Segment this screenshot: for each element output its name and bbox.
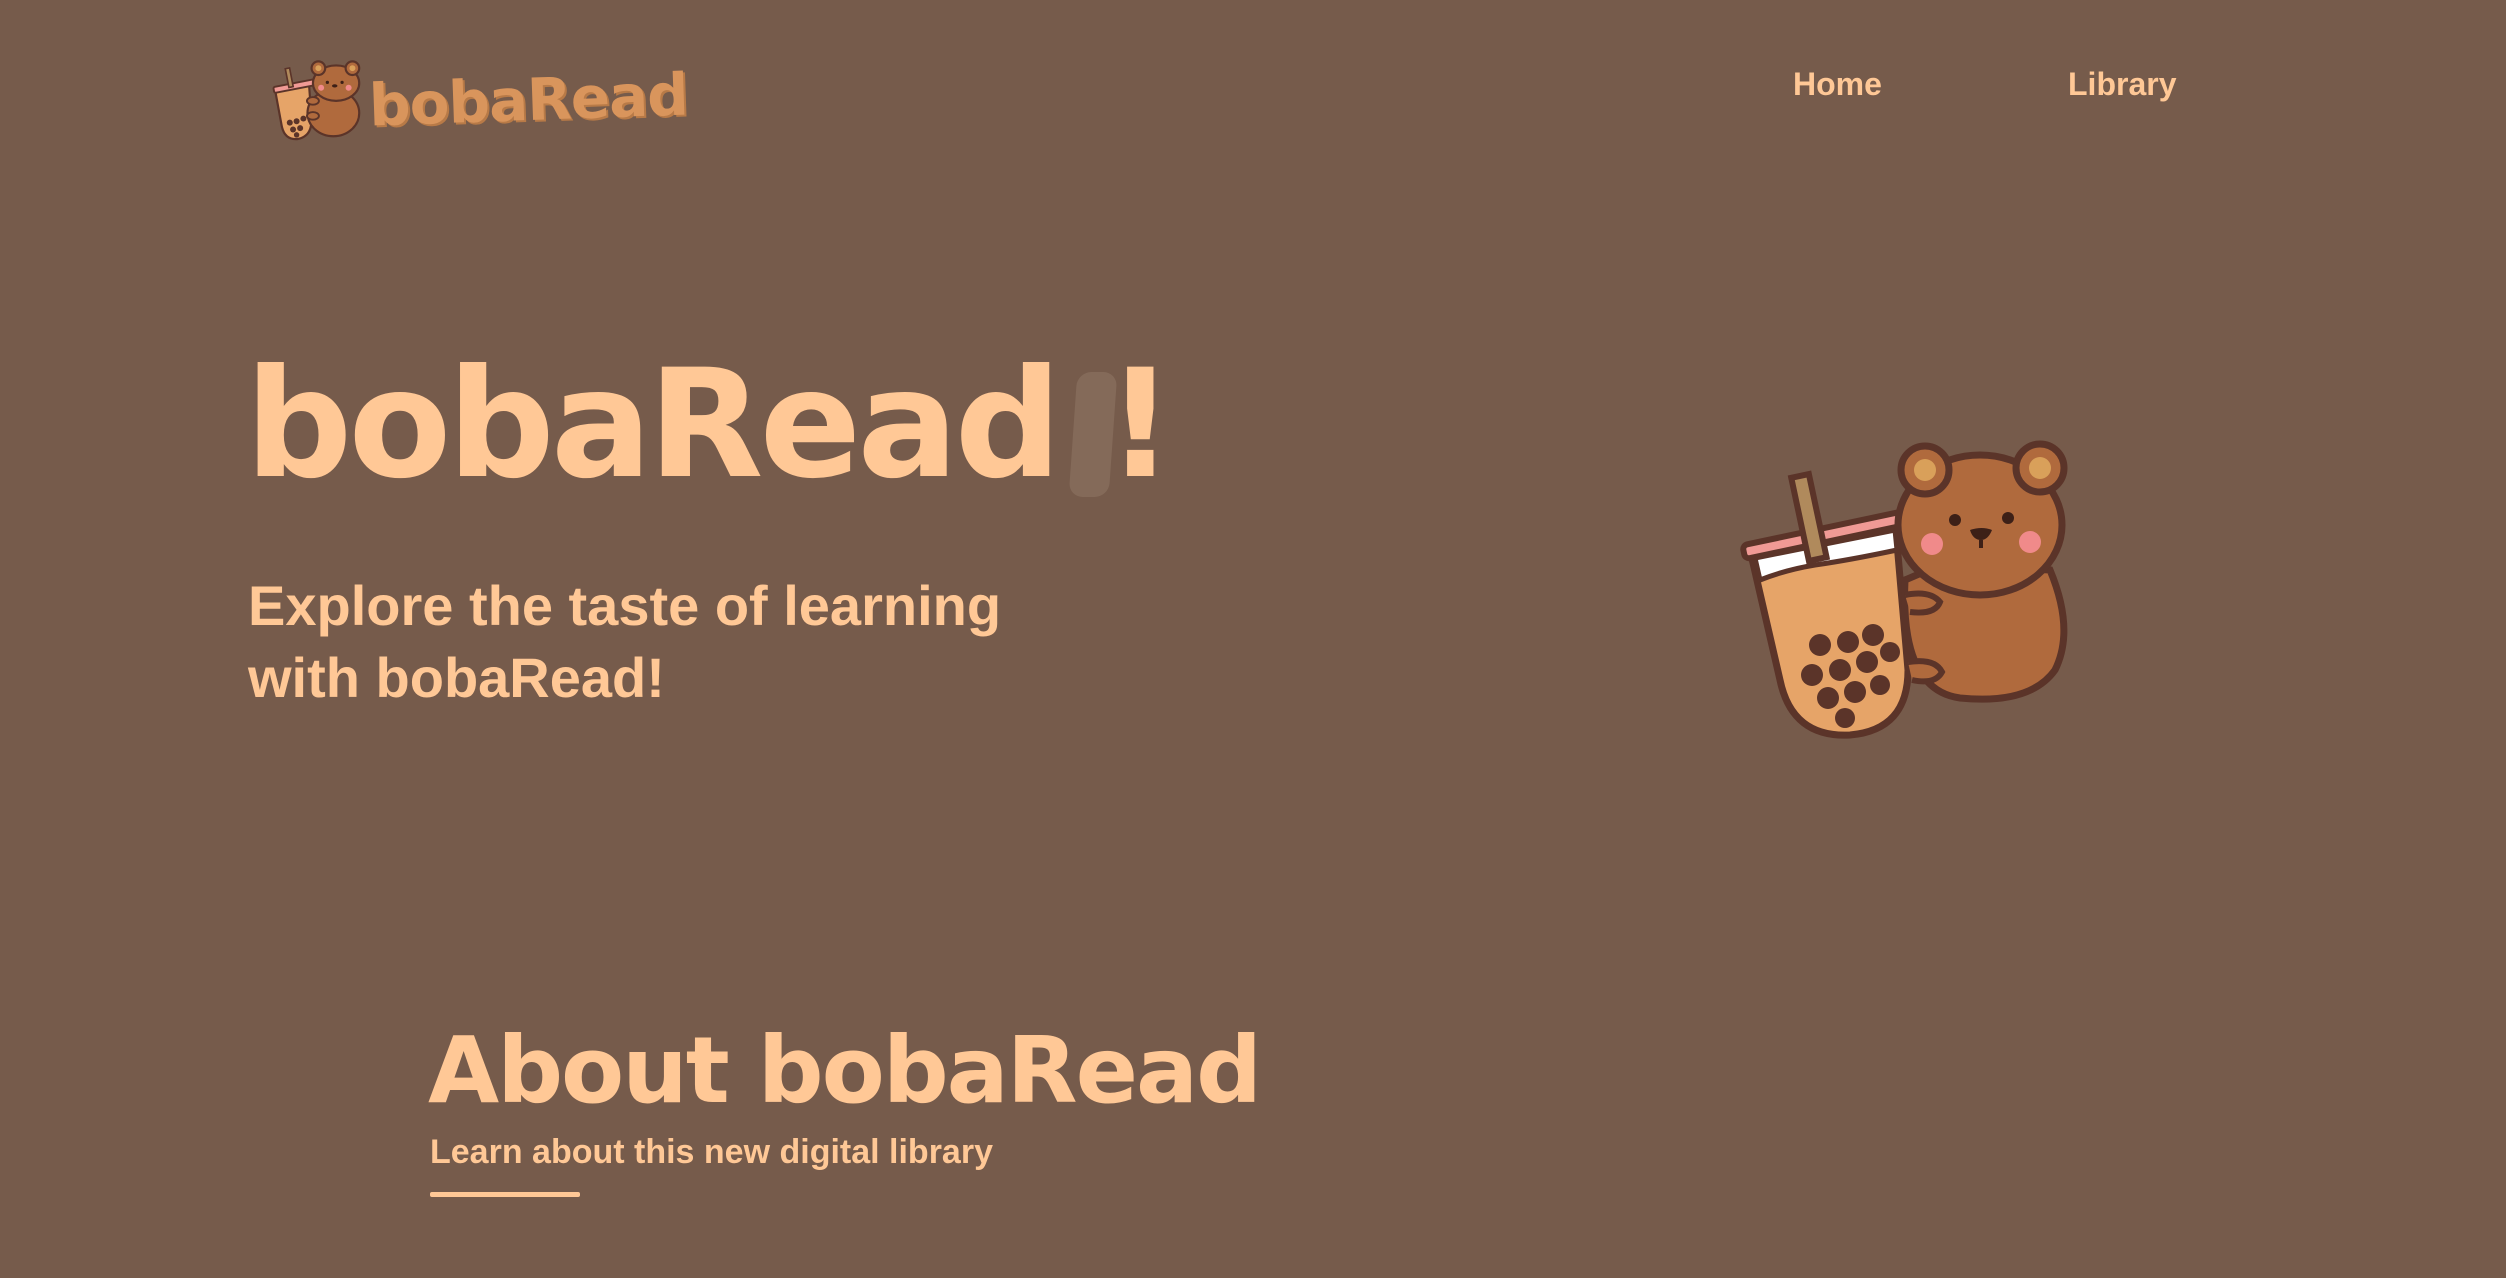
boba-bear-icon bbox=[272, 60, 361, 141]
about-title: About bobaRead bbox=[428, 1017, 1262, 1124]
boba-bear-icon bbox=[1740, 440, 2068, 739]
hero-subtitle: Explore the taste of learning with bobaR… bbox=[248, 570, 1148, 714]
about-underline bbox=[430, 1192, 580, 1197]
hero-title: bobaRead ! bbox=[245, 338, 1174, 512]
logo-link[interactable]: bobaRead bbox=[268, 52, 690, 147]
page: bobaRead Home Library bobaRead ! Explore… bbox=[0, 0, 2506, 1278]
hero-subtitle-line-2: with bobaRead! bbox=[248, 646, 665, 709]
about-subtitle: Learn about this new digital library bbox=[430, 1133, 993, 1171]
nav-home-link[interactable]: Home bbox=[1793, 66, 1882, 116]
nav-library-link[interactable]: Library bbox=[2068, 66, 2176, 116]
hero-subtitle-line-1: Explore the taste of learning bbox=[248, 574, 1002, 637]
logo-text: bobaRead bbox=[368, 59, 690, 140]
